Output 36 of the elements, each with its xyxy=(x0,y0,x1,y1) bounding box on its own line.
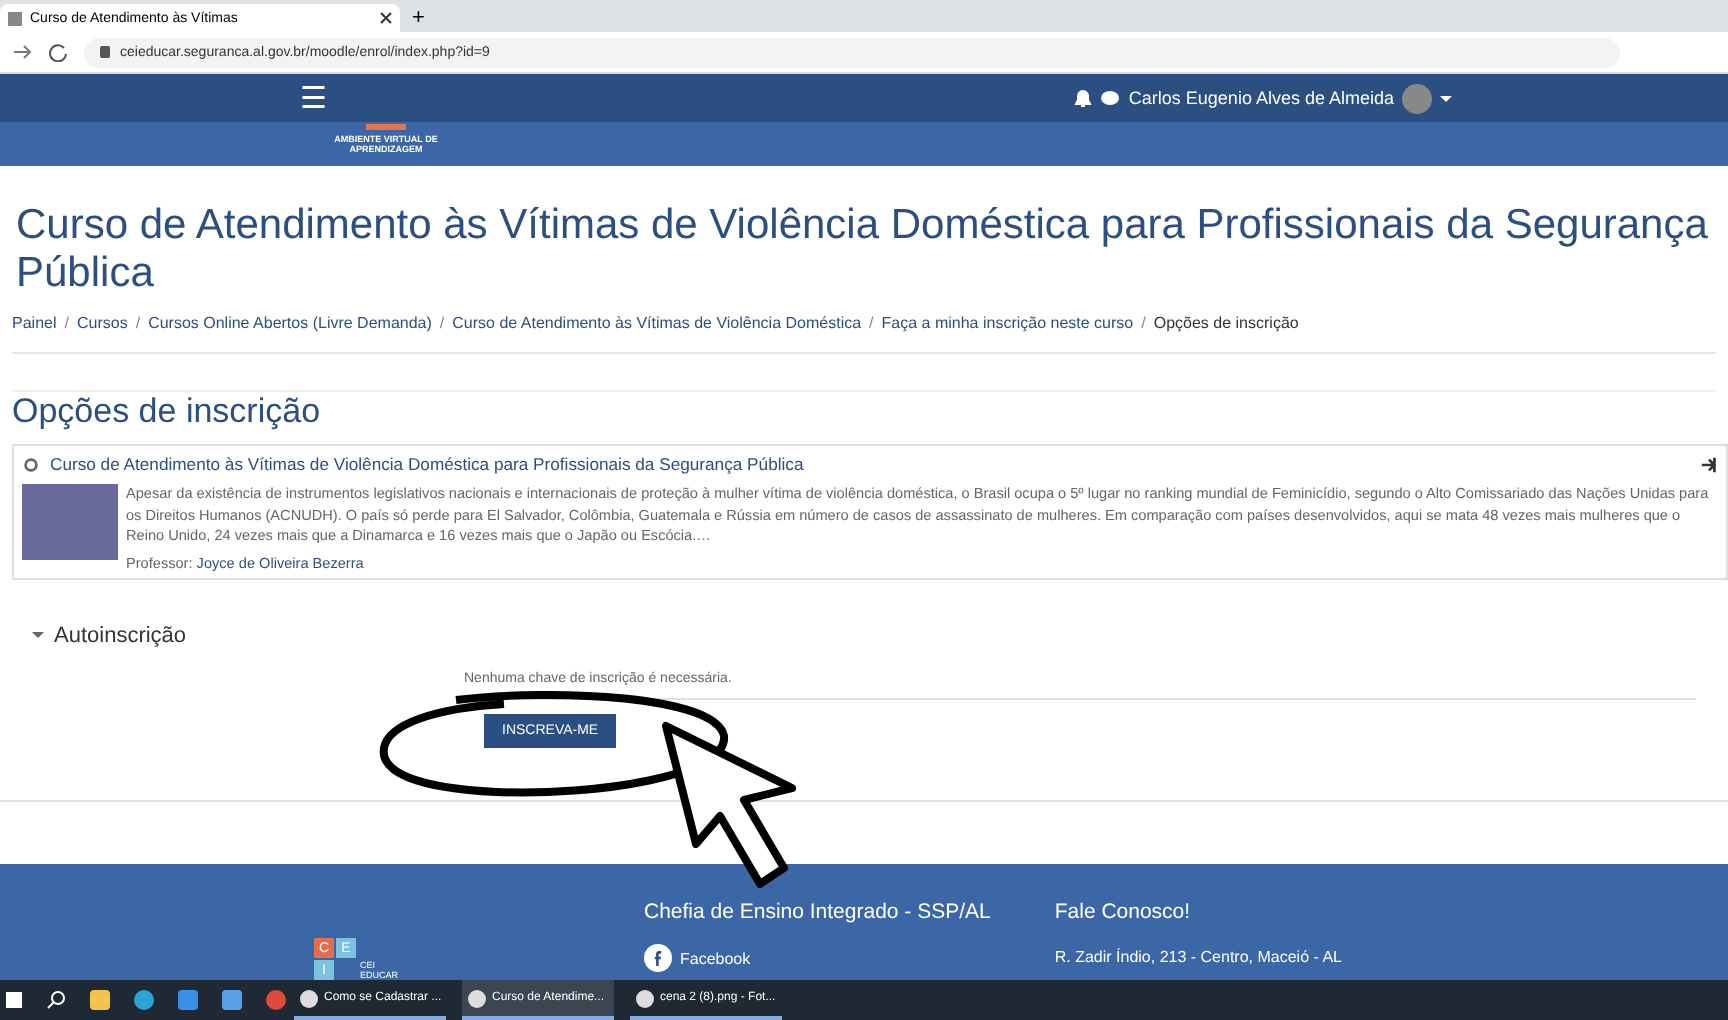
footer-heading: Fale Conosco! xyxy=(1054,900,1193,924)
course-link[interactable]: Curso de Atendimento às Vítimas de Violência Doméstica para Profissionais da Segurança Pública xyxy=(50,454,804,474)
close-icon[interactable] xyxy=(380,12,392,24)
facebook-link[interactable]: Facebook xyxy=(680,949,751,967)
breadcrumb-separator: / xyxy=(1141,314,1146,332)
breadcrumb-separator: / xyxy=(439,314,445,332)
forward-icon[interactable] xyxy=(12,42,32,62)
footer-heading: Chefia de Ensino Integrado - SSP/AL xyxy=(644,900,991,924)
breadcrumb-item[interactable]: Painel xyxy=(12,314,57,332)
search-icon[interactable] xyxy=(46,990,66,1010)
facebook-icon[interactable] xyxy=(644,944,672,972)
breadcrumb-item[interactable]: Cursos xyxy=(76,314,128,332)
breadcrumb-item[interactable]: Cursos Online Abertos (Livre Demanda) xyxy=(148,314,432,332)
breadcrumb-separator: / xyxy=(869,314,874,332)
reload-icon[interactable] xyxy=(48,42,68,62)
bell-icon[interactable] xyxy=(1074,88,1093,108)
chat-icon[interactable] xyxy=(1100,89,1121,107)
section-toggle[interactable]: Autoinscrição xyxy=(32,623,1696,647)
page-title: Curso de Atendimento às Vítimas de Violência Doméstica para Profissionais da Segurança Pública xyxy=(16,202,1710,298)
enrol-icon[interactable] xyxy=(1700,455,1718,473)
address-text: R. Zadir Índio, 213 - Centro, Maceió - AL xyxy=(1054,948,1342,966)
favicon-icon xyxy=(8,11,22,25)
course-icon xyxy=(22,455,40,473)
breadcrumb-item: Opções de inscrição xyxy=(1153,314,1299,332)
logo-mark xyxy=(366,124,406,130)
breadcrumb-item[interactable]: Faça a minha inscrição neste curso xyxy=(881,314,1134,332)
section-title: Opções de inscrição xyxy=(12,390,1716,432)
breadcrumb-item[interactable]: Curso de Atendimento às Vítimas de Violência Doméstica xyxy=(452,314,862,332)
course-image xyxy=(22,484,118,560)
user-name[interactable]: Carlos Eugenio Alves de Almeida xyxy=(1128,88,1394,108)
breadcrumb-separator: / xyxy=(64,314,69,332)
caret-icon[interactable] xyxy=(1440,95,1452,107)
new-tab-button[interactable]: + xyxy=(412,4,425,32)
breadcrumb-separator: / xyxy=(135,314,141,332)
menu-button[interactable]: ☰ xyxy=(300,83,326,113)
lock-icon xyxy=(100,46,110,58)
